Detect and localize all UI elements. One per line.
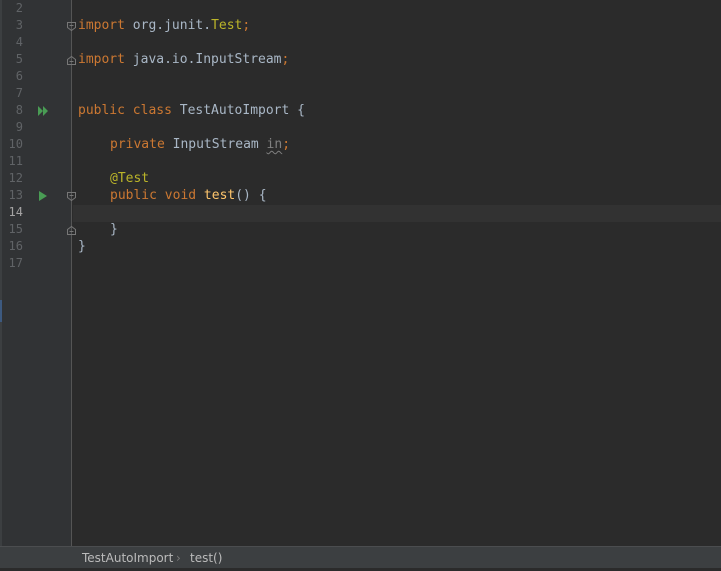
current-line-highlight	[73, 205, 721, 222]
line-number-current: 14	[8, 205, 23, 219]
keyword: public void	[110, 188, 197, 203]
closing-brace: }	[110, 222, 118, 237]
code-line-3[interactable]: import org.junit.Test;	[78, 17, 250, 34]
line-number: 3	[15, 18, 23, 32]
line-number: 2	[15, 1, 23, 15]
line-number: 13	[8, 188, 23, 202]
line-number: 15	[8, 222, 23, 236]
fold-icon[interactable]	[67, 22, 76, 31]
semicolon: ;	[242, 18, 251, 33]
code-editor[interactable]: 2 3 4 5 6 7 8 9 10 11 12 13 14 15 16 17	[0, 0, 721, 546]
breadcrumb-item-class[interactable]: TestAutoImport	[82, 550, 173, 566]
type-name: InputStream	[164, 137, 267, 152]
closing-brace: }	[78, 239, 86, 254]
method-name: test	[203, 188, 236, 203]
line-number: 11	[8, 154, 23, 168]
line-number: 5	[15, 52, 23, 66]
package-name: org.junit.	[124, 18, 212, 33]
keyword: import	[78, 52, 125, 67]
edge-marker	[0, 300, 2, 322]
line-number: 10	[8, 137, 23, 151]
method-signature: () {	[235, 188, 267, 203]
line-number: 7	[15, 86, 23, 100]
code-line-13[interactable]: public void test() {	[110, 187, 267, 204]
breadcrumb-bar: TestAutoImport › test()	[0, 546, 721, 568]
line-number: 6	[15, 69, 23, 83]
fold-icon[interactable]	[67, 192, 76, 201]
line-number: 8	[15, 103, 23, 117]
class-name: TestAutoImport {	[171, 103, 305, 118]
line-number: 17	[8, 256, 23, 270]
code-line-12[interactable]: @Test	[110, 170, 149, 187]
keyword: import	[78, 18, 125, 33]
keyword: public class	[78, 103, 172, 118]
unused-field: in	[266, 137, 283, 152]
code-line-10[interactable]: private InputStream in;	[110, 136, 290, 153]
package-name: java.io.InputStream	[124, 52, 282, 67]
class-reference: Test	[211, 18, 243, 33]
line-number: 16	[8, 239, 23, 253]
run-icon[interactable]	[37, 190, 49, 202]
breadcrumb-separator: ›	[176, 551, 181, 565]
line-number: 4	[15, 35, 23, 49]
code-line-15[interactable]: }	[110, 221, 118, 238]
line-number: 12	[8, 171, 23, 185]
run-all-icon[interactable]	[37, 105, 49, 117]
line-number: 9	[15, 120, 23, 134]
code-line-5[interactable]: import java.io.InputStream;	[78, 51, 289, 68]
keyword: private	[110, 137, 165, 152]
fold-icon[interactable]	[67, 56, 76, 65]
breadcrumb-item-method[interactable]: test()	[190, 550, 222, 566]
annotation: @Test	[110, 171, 150, 186]
code-line-8[interactable]: public class TestAutoImport {	[78, 102, 305, 119]
editor-gutter[interactable]: 2 3 4 5 6 7 8 9 10 11 12 13 14 15 16 17	[0, 0, 76, 546]
fold-icon[interactable]	[67, 226, 76, 235]
semicolon: ;	[282, 137, 291, 152]
code-line-16[interactable]: }	[78, 238, 86, 255]
semicolon: ;	[281, 52, 290, 67]
